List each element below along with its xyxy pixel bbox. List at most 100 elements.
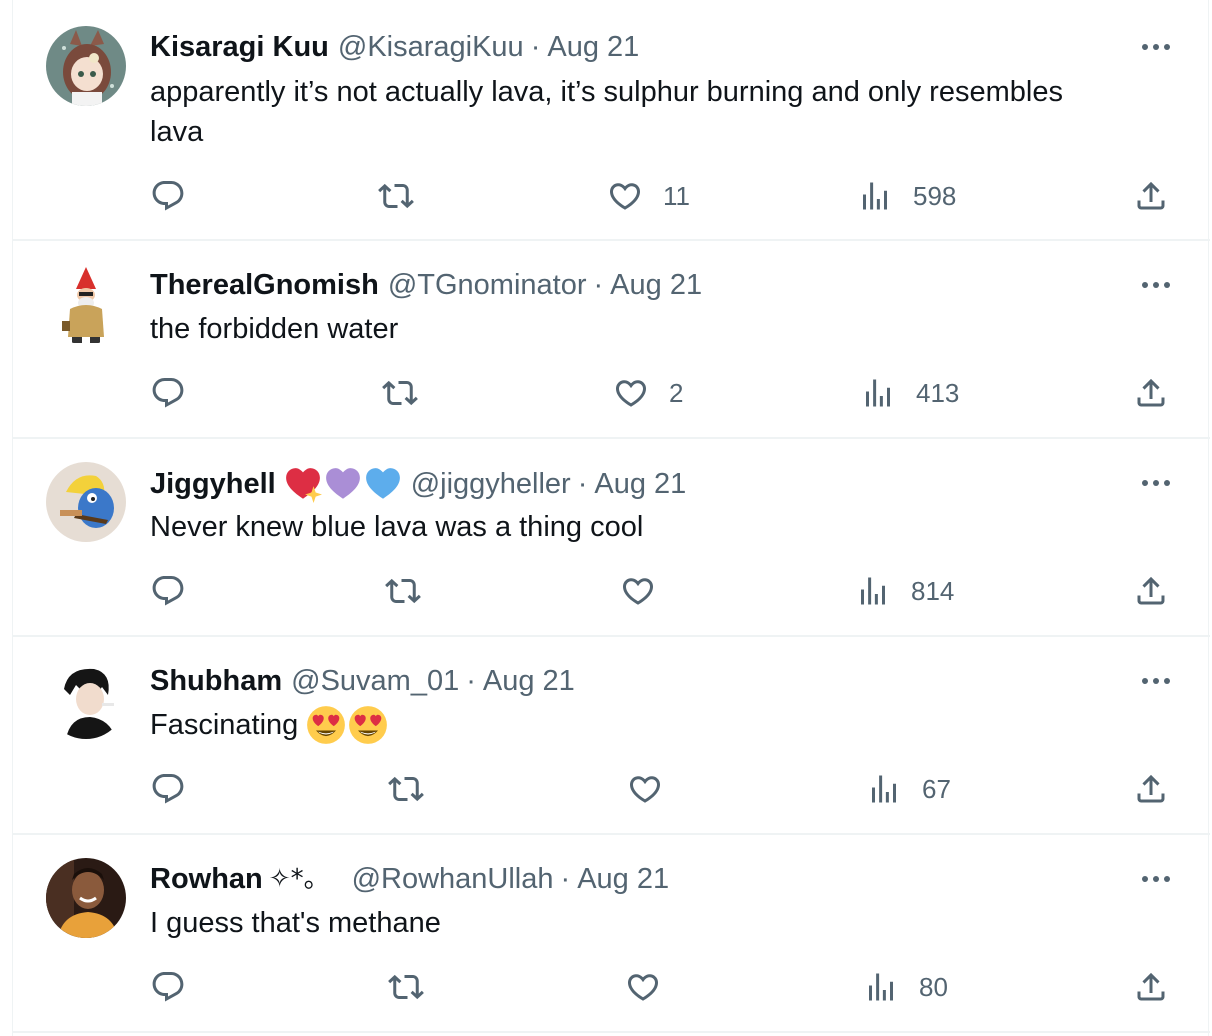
more-options-button[interactable] [1142, 275, 1170, 295]
sparkling-heart-emoji [285, 468, 322, 503]
views-button[interactable]: 80 [863, 969, 948, 1005]
display-name[interactable]: Kisaragi Kuu [150, 29, 329, 65]
like-count: 2 [669, 377, 684, 408]
retweet-button[interactable] [388, 969, 424, 1005]
display-name[interactable]: Shubham [150, 663, 282, 699]
like-button[interactable] [620, 573, 676, 609]
share-button[interactable] [1133, 969, 1169, 1005]
display-name[interactable]: Rowhan [150, 861, 263, 897]
retweet-icon [388, 771, 424, 807]
like-button[interactable]: 2 [613, 375, 683, 411]
separator-dot: · [560, 863, 571, 895]
more-icon [1142, 678, 1148, 684]
tweet-emojis [306, 705, 388, 745]
tweet-text: apparently it’s not actually lava, it’s … [150, 72, 1160, 152]
views-button[interactable]: 814 [855, 573, 954, 609]
reply-button[interactable] [150, 178, 186, 214]
views-button[interactable]: 598 [857, 178, 956, 214]
tweet[interactable]: Shubham @Suvam_01 · Aug 21 Fascinating 6… [13, 637, 1210, 835]
retweet-icon [388, 969, 424, 1005]
tweet-date[interactable]: Aug 21 [577, 861, 669, 897]
display-name[interactable]: Jiggyhell [150, 466, 276, 502]
reply-button[interactable] [150, 969, 186, 1005]
user-handle[interactable]: @RowhanUllah [352, 861, 554, 897]
user-handle[interactable]: @Suvam_01 [291, 663, 459, 699]
tweet-date[interactable]: Aug 21 [610, 267, 702, 303]
user-handle[interactable]: @TGnominator [388, 267, 587, 303]
user-handle[interactable]: @jiggyheller [411, 466, 571, 502]
heart-icon [607, 178, 643, 214]
reply-icon [150, 178, 186, 214]
separator-dot: · [593, 269, 604, 301]
view-count: 413 [916, 377, 960, 408]
tweet-text-content: Fascinating [150, 709, 299, 741]
heart-eyes-emoji [349, 706, 388, 744]
separator-dot: · [530, 31, 541, 63]
heart-eyes-emoji [307, 706, 346, 744]
heart-icon [613, 375, 649, 411]
views-button[interactable]: 67 [866, 771, 951, 807]
more-options-button[interactable] [1142, 671, 1170, 691]
like-button[interactable] [625, 969, 681, 1005]
reply-icon [150, 969, 186, 1005]
tweet-date[interactable]: Aug 21 [547, 29, 639, 65]
tweet[interactable]: Kisaragi Kuu @KisaragiKuu · Aug 21 appar… [13, 0, 1210, 241]
reply-icon [150, 573, 186, 609]
purple-heart-emoji [325, 468, 360, 499]
avatar[interactable] [46, 659, 126, 739]
share-button[interactable] [1133, 573, 1169, 609]
tweet-date[interactable]: Aug 21 [483, 663, 575, 699]
tweet[interactable]: TherealGnomish @TGnominator · Aug 21 the… [13, 241, 1210, 439]
retweet-button[interactable] [382, 375, 418, 411]
avatar[interactable] [46, 26, 126, 106]
avatar[interactable] [46, 265, 126, 345]
reply-button[interactable] [150, 375, 186, 411]
more-icon [1142, 44, 1148, 50]
views-icon [860, 375, 896, 411]
tweet-text: Never knew blue lava was a thing cool [150, 511, 644, 543]
like-button[interactable] [627, 771, 683, 807]
like-button[interactable]: 11 [607, 178, 690, 214]
share-button[interactable] [1133, 178, 1169, 214]
views-icon [863, 969, 899, 1005]
views-button[interactable]: 413 [860, 375, 959, 411]
tweet-header: Rowhan ✧*。 @RowhanUllah · Aug 21 [150, 861, 669, 897]
tweet[interactable]: Jiggyhell @jiggyheller · Aug 21 Never kn… [13, 439, 1210, 637]
heart-icon [620, 573, 656, 609]
view-count: 80 [919, 971, 948, 1002]
tweet-header: Shubham @Suvam_01 · Aug 21 [150, 663, 575, 699]
reply-button[interactable] [150, 573, 186, 609]
share-icon [1133, 771, 1169, 807]
reply-feed: Kisaragi Kuu @KisaragiKuu · Aug 21 appar… [12, 0, 1210, 1036]
more-options-button[interactable] [1142, 473, 1170, 493]
tweet[interactable]: Rowhan ✧*。 @RowhanUllah · Aug 21 I guess… [13, 835, 1210, 1033]
tweet-text: Fascinating [150, 705, 1160, 745]
more-options-button[interactable] [1142, 37, 1170, 57]
view-count: 814 [911, 575, 955, 606]
user-handle[interactable]: @KisaragiKuu [338, 29, 524, 65]
share-button[interactable] [1133, 771, 1169, 807]
heart-icon [625, 969, 661, 1005]
tweet-date[interactable]: Aug 21 [594, 466, 686, 502]
view-count: 67 [922, 773, 951, 804]
more-icon [1142, 480, 1148, 486]
reply-button[interactable] [150, 771, 186, 807]
retweet-button[interactable] [388, 771, 424, 807]
view-count: 598 [913, 180, 957, 211]
avatar[interactable] [46, 858, 126, 938]
tweet-header: TherealGnomish @TGnominator · Aug 21 [150, 267, 702, 303]
reply-icon [150, 375, 186, 411]
retweet-button[interactable] [378, 178, 414, 214]
share-icon [1133, 573, 1169, 609]
tweet-header: Jiggyhell @jiggyheller · Aug 21 [150, 465, 686, 503]
more-icon [1142, 876, 1148, 882]
share-icon [1133, 178, 1169, 214]
display-name[interactable]: TherealGnomish [150, 267, 379, 303]
tweet-text: I guess that's methane [150, 907, 441, 939]
avatar[interactable] [46, 462, 126, 542]
more-options-button[interactable] [1142, 869, 1170, 889]
share-button[interactable] [1133, 375, 1169, 411]
more-icon [1142, 282, 1148, 288]
retweet-button[interactable] [385, 573, 421, 609]
name-suffix: ✧*。 [268, 864, 330, 894]
